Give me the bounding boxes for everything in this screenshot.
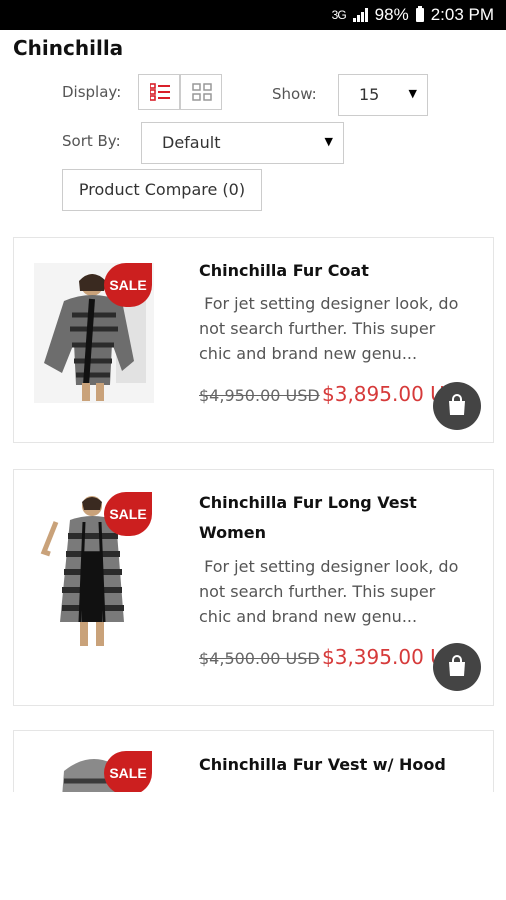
product-name-line[interactable]: ...	[199, 776, 469, 792]
product-list-clip: SALE Chinchilla Fur Vest w/ Hood ...	[0, 730, 506, 792]
status-bar: 3G 98% 2:03 PM	[0, 0, 506, 30]
product-card[interactable]: SALE Chinchilla Fur Long Vest Women For …	[13, 469, 494, 706]
sale-badge: SALE	[104, 263, 152, 307]
list-view-icon	[150, 83, 170, 101]
sort-select[interactable]: Default ▼	[141, 122, 344, 164]
show-value: 15	[359, 85, 380, 104]
grid-view-button[interactable]	[180, 74, 222, 110]
page-title: Chinchilla	[13, 36, 124, 60]
product-name-line[interactable]: Women	[199, 518, 469, 548]
product-card[interactable]: SALE Chinchilla Fur Coat For jet setting…	[13, 237, 494, 443]
add-to-cart-button[interactable]	[433, 643, 481, 691]
product-description-line: not search further. This super	[199, 319, 436, 338]
clock: 2:03 PM	[430, 5, 494, 24]
product-description-line: For jet setting designer look, do	[199, 294, 459, 313]
network-type-icon: 3G	[331, 8, 347, 22]
grid-view-icon	[192, 83, 212, 101]
sort-value: Default	[162, 133, 221, 152]
product-image[interactable]: SALE	[34, 492, 154, 652]
product-name[interactable]: Chinchilla Fur Coat	[199, 256, 469, 286]
display-label: Display:	[62, 83, 122, 101]
sale-badge: SALE	[104, 492, 152, 536]
product-image[interactable]: SALE	[34, 751, 154, 792]
list-view-button[interactable]	[138, 74, 180, 110]
show-label: Show:	[272, 85, 317, 103]
signal-icon	[352, 8, 368, 22]
battery-percent: 98%	[374, 5, 409, 24]
chevron-down-icon: ▼	[324, 135, 333, 148]
product-compare-button[interactable]: Product Compare (0)	[62, 169, 262, 211]
product-description-line: chic and brand new genu...	[199, 607, 418, 626]
sort-label: Sort By:	[62, 132, 121, 150]
original-price: $4,500.00 USD	[199, 649, 320, 668]
product-card[interactable]: SALE Chinchilla Fur Vest w/ Hood ...	[13, 730, 494, 792]
original-price: $4,950.00 USD	[199, 386, 320, 405]
product-description-line: not search further. This super	[199, 582, 436, 601]
shopping-bag-icon	[449, 655, 465, 676]
product-description-line: chic and brand new genu...	[199, 344, 418, 363]
chevron-down-icon: ▼	[408, 87, 417, 100]
product-name-line[interactable]: Chinchilla Fur Long Vest	[199, 488, 469, 518]
show-select[interactable]: 15 ▼	[338, 74, 428, 116]
sale-badge: SALE	[104, 751, 152, 792]
add-to-cart-button[interactable]	[433, 382, 481, 430]
product-image[interactable]: SALE	[34, 263, 154, 403]
battery-icon	[415, 6, 424, 22]
shopping-bag-icon	[449, 394, 465, 415]
product-description-line: For jet setting designer look, do	[199, 557, 459, 576]
